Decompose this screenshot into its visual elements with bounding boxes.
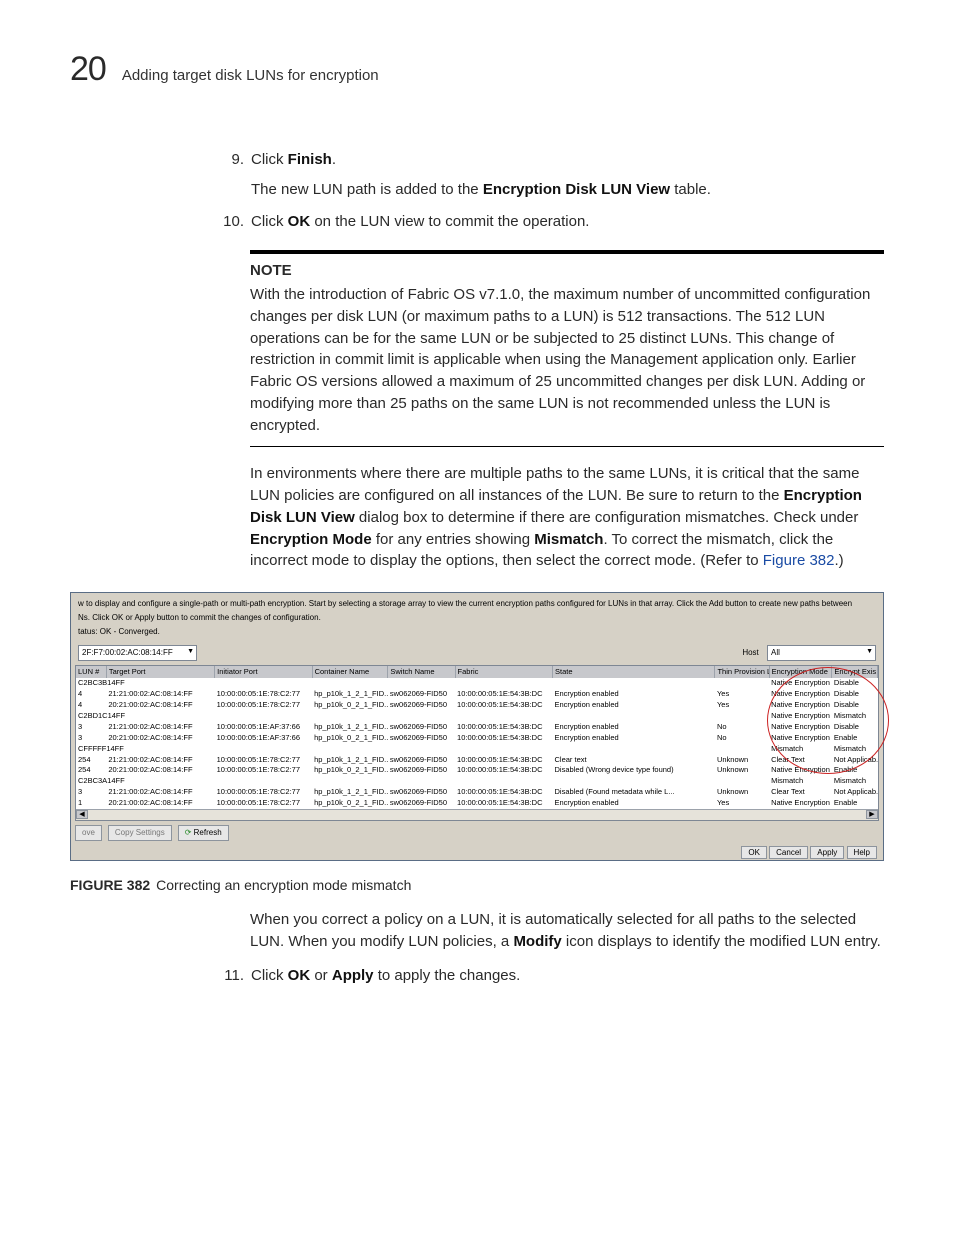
table-header-row: LUN # Target Port Initiator Port Contain… <box>76 666 878 679</box>
para-t1: In environments where there are multiple… <box>250 465 859 504</box>
col-initiator-port[interactable]: Initiator Port <box>215 666 312 679</box>
table-row[interactable]: 320:21:00:02:AC:08:14:FF10:00:00:05:1E:A… <box>76 733 878 744</box>
copy-settings-button[interactable]: Copy Settings <box>108 825 172 841</box>
storage-array-select[interactable]: 2F:F7:00:02:AC:08:14:FF <box>78 645 197 661</box>
para-t2: dialog box to determine if there are con… <box>355 509 859 526</box>
col-target-port[interactable]: Target Port <box>106 666 214 679</box>
host-label: Host <box>742 648 758 657</box>
step-9-para: The new LUN path is added to the <box>251 181 483 198</box>
ove-button[interactable]: ove <box>75 825 102 841</box>
para-t5: .) <box>834 552 843 569</box>
figure-label: FIGURE 382 <box>70 877 150 893</box>
table-row[interactable]: 420:21:00:02:AC:08:14:FF10:00:00:05:1E:7… <box>76 700 878 711</box>
table-row[interactable]: 25421:21:00:02:AC:08:14:FF10:00:00:05:1E… <box>76 755 878 766</box>
encryption-disk-lun-view-label: Encryption Disk LUN View <box>483 181 670 198</box>
col-encrypt-exis[interactable]: Encrypt Exis <box>832 666 878 679</box>
col-container-name[interactable]: Container Name <box>312 666 388 679</box>
step-10-text-c: on the LUN view to commit the operation. <box>310 213 589 230</box>
host-select[interactable]: All <box>767 645 876 661</box>
step-9-text: Click <box>251 151 288 168</box>
table-group-row[interactable]: CFFFFF14FFMismatchMismatch <box>76 744 878 755</box>
col-lun[interactable]: LUN # <box>76 666 106 679</box>
dialog-apply-button[interactable]: Apply <box>810 846 844 859</box>
scroll-right-icon[interactable]: ▶ <box>866 810 878 819</box>
dialog-help-line-1: w to display and configure a single-path… <box>75 597 879 611</box>
step-11-c: or <box>310 967 332 984</box>
dialog-help-button[interactable]: Help <box>847 846 877 859</box>
apply-label: Apply <box>332 967 374 984</box>
page-number: 20 <box>70 50 106 89</box>
col-thin-provision[interactable]: Thin Provision LUN <box>715 666 769 679</box>
dialog-ok-button[interactable]: OK <box>741 846 767 859</box>
dialog-cancel-button[interactable]: Cancel <box>769 846 808 859</box>
para-t3: for any entries showing <box>372 531 535 548</box>
table-group-row[interactable]: C2BC3B14FFNative EncryptionDisable <box>76 678 878 689</box>
encryption-mode-label: Encryption Mode <box>250 531 372 548</box>
table-row[interactable]: 421:21:00:02:AC:08:14:FF10:00:00:05:1E:7… <box>76 689 878 700</box>
finish-label: Finish <box>288 151 332 168</box>
table-row[interactable]: 321:21:00:02:AC:08:14:FF10:00:00:05:1E:A… <box>76 722 878 733</box>
mismatch-label: Mismatch <box>534 531 603 548</box>
col-state[interactable]: State <box>553 666 715 679</box>
step-10-marker: 10. <box>220 211 244 233</box>
dialog-help-line-2: Ns. Click OK or Apply button to commit t… <box>75 611 879 625</box>
lun-table: LUN # Target Port Initiator Port Contain… <box>76 666 878 809</box>
step-11-e: to apply the changes. <box>374 967 521 984</box>
figure-after-2: icon displays to identify the modified L… <box>562 933 881 950</box>
dialog-status: tatus: OK - Converged. <box>75 625 879 639</box>
ok-label: OK <box>288 213 311 230</box>
scroll-left-icon[interactable]: ◀ <box>76 810 88 819</box>
step-9-marker: 9. <box>220 149 244 201</box>
table-group-row[interactable]: C2BD1C14FFNative EncryptionMismatch <box>76 711 878 722</box>
step-10-text-a: Click <box>251 213 288 230</box>
col-fabric[interactable]: Fabric <box>455 666 552 679</box>
page-title: Adding target disk LUNs for encryption <box>122 67 379 84</box>
figure-caption-text: Correcting an encryption mode mismatch <box>156 877 411 893</box>
horizontal-scrollbar[interactable]: ◀ ▶ <box>76 809 878 820</box>
table-group-row[interactable]: C2BC3A14FFMismatchMismatch <box>76 776 878 787</box>
refresh-button[interactable]: ⟳ Refresh <box>178 825 229 841</box>
note-label: NOTE <box>250 260 884 282</box>
step-11-a: Click <box>251 967 288 984</box>
col-switch-name[interactable]: Switch Name <box>388 666 455 679</box>
table-row[interactable]: 120:21:00:02:AC:08:14:FF10:00:00:05:1E:7… <box>76 798 878 809</box>
modify-label: Modify <box>513 933 561 950</box>
table-row[interactable]: 321:21:00:02:AC:08:14:FF10:00:00:05:1E:7… <box>76 787 878 798</box>
table-row[interactable]: 25420:21:00:02:AC:08:14:FF10:00:00:05:1E… <box>76 765 878 776</box>
screenshot-dialog: w to display and configure a single-path… <box>70 592 884 861</box>
refresh-icon: ⟳ <box>185 828 192 837</box>
figure-382-link[interactable]: Figure 382 <box>763 552 835 569</box>
col-encryption-mode[interactable]: Encryption Mode <box>769 666 832 679</box>
note-body: With the introduction of Fabric OS v7.1.… <box>250 284 884 436</box>
ok-label-2: OK <box>288 967 311 984</box>
step-11-marker: 11. <box>220 965 244 987</box>
